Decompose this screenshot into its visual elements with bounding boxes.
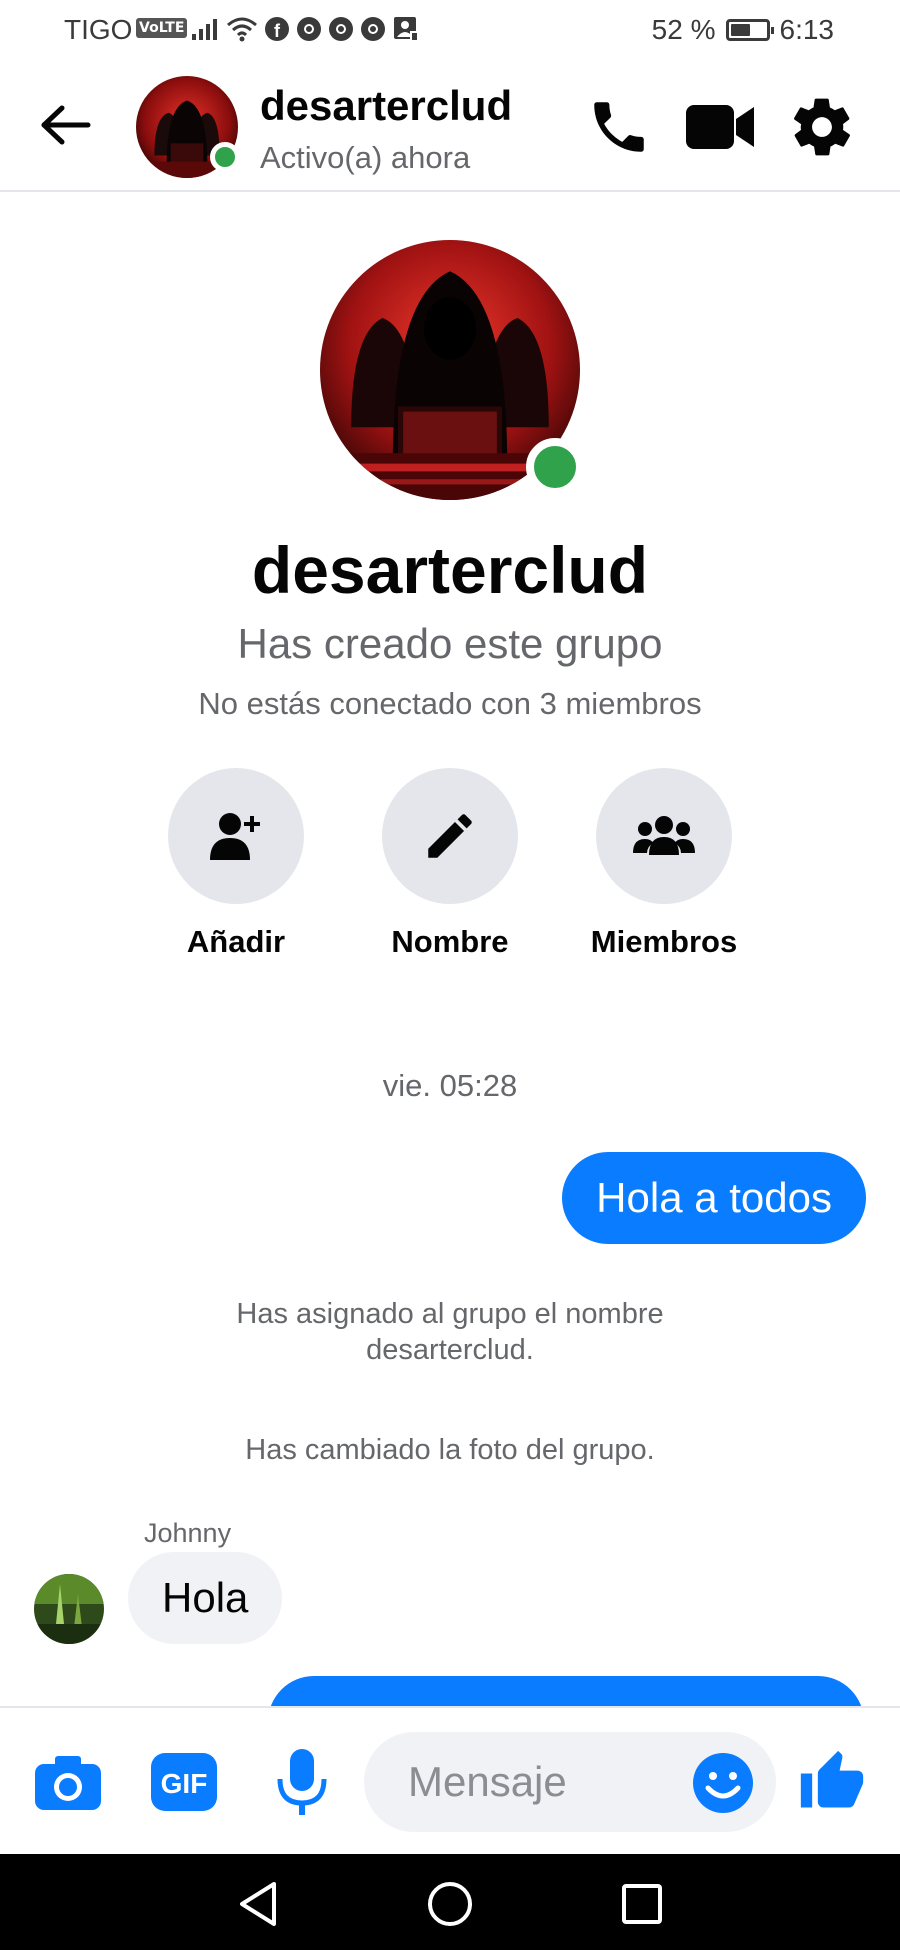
nav-home-button[interactable] — [422, 1876, 478, 1932]
back-button[interactable] — [34, 100, 94, 150]
add-member-action[interactable]: Añadir — [136, 768, 336, 960]
rename-label: Nombre — [391, 924, 509, 959]
active-status: Activo(a) ahora — [260, 140, 471, 175]
connection-note: No estás conectado con 3 miembros — [198, 686, 702, 721]
online-indicator-large — [526, 438, 584, 496]
chat-header: desarterclud Activo(a) ahora — [0, 62, 900, 192]
voice-button[interactable] — [266, 1746, 338, 1818]
nav-recents-button[interactable] — [614, 1876, 670, 1932]
svg-text:f: f — [274, 21, 281, 41]
battery-icon — [725, 19, 774, 41]
system-message-line: desarterclud. — [366, 1334, 534, 1366]
group-members-icon — [633, 816, 695, 855]
chrome-icon — [329, 17, 353, 41]
system-message-line: Has asignado al grupo el nombre — [236, 1298, 664, 1330]
settings-gear-icon — [794, 98, 850, 156]
nav-back-button[interactable] — [230, 1876, 286, 1932]
add-member-button[interactable] — [168, 768, 304, 904]
gif-button[interactable]: GIF — [148, 1746, 220, 1818]
volte-badge: VoLTE — [136, 18, 188, 38]
members-action[interactable]: Miembros — [564, 768, 764, 960]
sender-name: Johnny — [144, 1518, 232, 1548]
sender-avatar[interactable] — [34, 1574, 104, 1644]
chat-title[interactable]: desarterclud — [260, 82, 512, 130]
video-camera-icon — [686, 105, 754, 149]
back-arrow-icon — [41, 105, 91, 145]
camera-icon — [35, 1756, 101, 1810]
triangle-back-icon — [240, 1882, 276, 1926]
phone-icon — [594, 102, 644, 152]
square-recents-icon — [622, 1884, 662, 1924]
incoming-message-bubble[interactable]: Hola — [128, 1552, 283, 1644]
battery-percent: 52 % — [651, 14, 716, 45]
like-button[interactable] — [796, 1746, 868, 1818]
green-photo-image — [34, 1574, 104, 1644]
image-notification-icon — [394, 17, 419, 42]
chrome-icon — [361, 17, 385, 41]
clock: 6:13 — [779, 14, 835, 45]
rename-button[interactable] — [382, 768, 518, 904]
gif-label: GIF — [161, 1768, 208, 1799]
status-right: 52 % 6:13 — [652, 14, 834, 46]
emoji-button[interactable] — [692, 1752, 754, 1814]
system-message-rename: Has asignado al grupo el nombre desarter… — [150, 1296, 750, 1368]
settings-button[interactable] — [786, 90, 858, 164]
facebook-icon: f — [265, 17, 289, 41]
group-created-note: Has creado este grupo — [237, 620, 663, 667]
add-person-icon — [210, 813, 260, 860]
system-navigation-bar — [0, 1854, 900, 1950]
emoji-icon — [693, 1753, 753, 1813]
members-button[interactable] — [596, 768, 732, 904]
microphone-icon — [277, 1749, 327, 1815]
battery-fill — [730, 24, 751, 36]
camera-button[interactable] — [32, 1746, 104, 1818]
chrome-icon — [297, 17, 321, 41]
status-bar: TIGO VoLTE f 52 % 6:13 — [0, 0, 900, 62]
system-message-photo: Has cambiado la foto del grupo. — [245, 1434, 655, 1466]
rename-action[interactable]: Nombre — [350, 768, 550, 960]
message-composer: GIF — [0, 1706, 900, 1854]
online-indicator — [210, 142, 240, 172]
message-timestamp: vie. 05:28 — [382, 1068, 518, 1103]
audio-call-button[interactable] — [582, 90, 656, 164]
add-member-label: Añadir — [186, 924, 286, 959]
signal-icon — [192, 19, 217, 40]
members-label: Miembros — [590, 924, 738, 959]
circle-home-icon — [428, 1882, 472, 1926]
notification-icons: f — [190, 14, 420, 44]
pencil-icon — [428, 814, 472, 858]
gif-icon: GIF — [151, 1753, 217, 1811]
group-name: desarterclud — [251, 533, 649, 607]
outgoing-message-bubble[interactable]: Hola a todos — [562, 1152, 866, 1244]
carrier-name: TIGO — [64, 14, 133, 45]
wifi-icon — [227, 17, 257, 42]
like-thumb-icon — [800, 1750, 864, 1808]
video-call-button[interactable] — [682, 90, 758, 164]
